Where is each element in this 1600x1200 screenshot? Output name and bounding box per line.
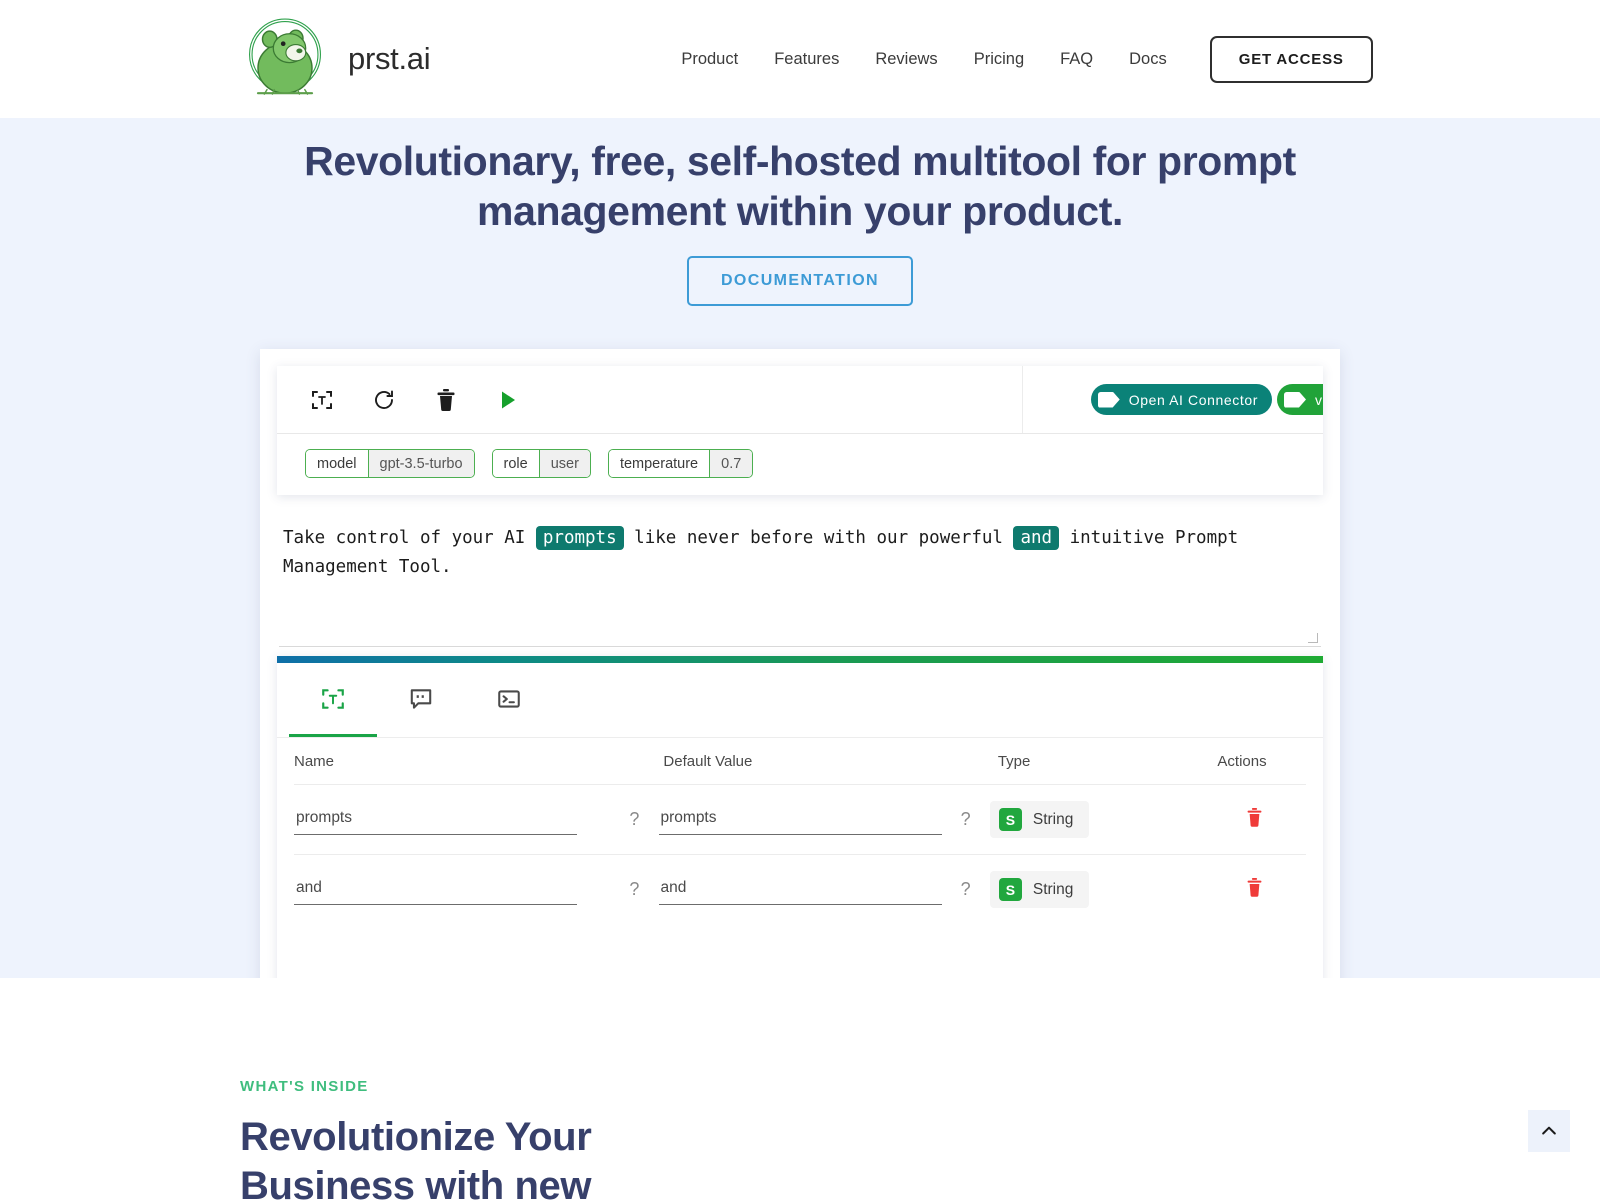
chevron-up-icon xyxy=(1542,1126,1556,1135)
table-header-row: Name Default Value Type Actions xyxy=(294,738,1306,784)
variable-default-input[interactable] xyxy=(658,804,942,835)
type-selector[interactable]: S String xyxy=(989,801,1090,839)
nav-item-product[interactable]: Product xyxy=(678,44,741,75)
page-title: Revolutionary, free, self-hosted multito… xyxy=(304,138,1296,235)
variable-name-input[interactable] xyxy=(294,874,577,905)
param-model[interactable]: model gpt-3.5-turbo xyxy=(305,449,475,479)
delete-icon[interactable] xyxy=(1245,877,1264,903)
section-title: Revolutionize Your Business with new xyxy=(240,1115,592,1200)
nav-item-docs[interactable]: Docs xyxy=(1126,44,1170,75)
capybara-logo-icon xyxy=(249,18,321,95)
nav-item-features[interactable]: Features xyxy=(771,44,842,75)
section-eyebrow: WHAT'S INSIDE xyxy=(240,1078,369,1095)
whats-inside-section: WHAT'S INSIDE Revolutionize Your Busines… xyxy=(0,978,1600,1200)
connector-toggle-openai[interactable]: Open AI Connector xyxy=(1090,384,1272,416)
connector-label: Open AI Connector xyxy=(1128,391,1258,408)
help-icon[interactable]: ? xyxy=(961,809,971,829)
table-row: ? ? S String xyxy=(294,784,1306,854)
column-header-name: Name xyxy=(294,752,335,770)
variable-name-cell xyxy=(294,874,610,905)
variable-actions-cell xyxy=(1204,807,1306,833)
variable-actions-cell xyxy=(1204,877,1306,903)
variable-name-help-cell: ? xyxy=(610,879,658,900)
trash-icon[interactable] xyxy=(433,387,459,413)
string-type-icon: S xyxy=(998,878,1022,902)
nav-item-reviews[interactable]: Reviews xyxy=(872,44,940,75)
prompt-variable-token[interactable]: prompts xyxy=(535,526,624,551)
version-label: v1 xyxy=(1315,391,1323,408)
variable-default-cell xyxy=(658,874,942,905)
scroll-to-top-button[interactable] xyxy=(1528,1110,1570,1152)
extract-variable-icon[interactable] xyxy=(309,387,335,413)
param-temperature[interactable]: temperature 0.7 xyxy=(607,449,754,479)
run-icon[interactable] xyxy=(495,387,521,413)
nav-item-pricing[interactable]: Pricing xyxy=(971,44,1027,75)
connector-toggles: Open AI Connector v1 xyxy=(1023,366,1323,433)
param-value: user xyxy=(538,450,590,478)
variable-name-help-cell: ? xyxy=(610,809,658,830)
panel-tabs xyxy=(277,663,1323,739)
prompt-parameters: model gpt-3.5-turbo role user temperatur… xyxy=(277,434,1323,495)
toggle-knob-icon xyxy=(1097,391,1120,408)
tab-terminal[interactable] xyxy=(465,663,553,737)
param-key: role xyxy=(492,450,539,478)
panel-gradient-bar xyxy=(277,656,1323,664)
hero-section: Revolutionary, free, self-hosted multito… xyxy=(0,118,1600,1010)
type-selector[interactable]: S String xyxy=(989,871,1090,909)
variable-default-cell xyxy=(658,804,942,835)
prompt-text[interactable]: Take control of your AI prompts like nev… xyxy=(279,524,1321,636)
prompt-editor-underline xyxy=(279,646,1321,648)
brand-logo-link[interactable]: prst.ai xyxy=(240,13,431,105)
tab-variables[interactable] xyxy=(289,663,377,738)
help-icon[interactable]: ? xyxy=(961,879,971,899)
variable-name-cell xyxy=(294,804,610,835)
variable-default-help-cell: ? xyxy=(942,879,990,900)
editor-toolbar: Open AI Connector v1 xyxy=(277,366,1323,435)
help-icon[interactable]: ? xyxy=(629,809,639,829)
prompt-editor-area[interactable]: Take control of your AI prompts like nev… xyxy=(277,524,1323,648)
column-header-default-value: Default Value xyxy=(663,752,753,770)
variable-name-input[interactable] xyxy=(294,804,577,835)
variable-type-cell: S String xyxy=(989,801,1204,839)
prompt-variable-token[interactable]: and xyxy=(1013,526,1060,551)
help-icon[interactable]: ? xyxy=(629,879,639,899)
table-row: ? ? S String xyxy=(294,854,1306,924)
param-key: model xyxy=(306,450,368,478)
prompt-segment-text: like never before with our powerful xyxy=(623,528,1014,549)
column-header-type: Type xyxy=(997,752,1031,770)
app-demo-card: Open AI Connector v1 model gpt-3.5-turbo… xyxy=(260,349,1340,1010)
type-label: String xyxy=(1032,880,1074,898)
variable-default-help-cell: ? xyxy=(942,809,990,830)
variable-type-cell: S String xyxy=(989,871,1204,909)
toggle-knob-icon xyxy=(1284,391,1306,408)
nav-item-faq[interactable]: FAQ xyxy=(1057,44,1096,75)
tab-comments[interactable] xyxy=(377,663,465,737)
resize-handle-icon[interactable] xyxy=(1307,632,1319,644)
column-header-actions: Actions xyxy=(1217,752,1267,770)
variable-default-input[interactable] xyxy=(658,874,942,905)
delete-icon[interactable] xyxy=(1245,807,1264,833)
param-value: gpt-3.5-turbo xyxy=(367,450,474,478)
refresh-icon[interactable] xyxy=(371,387,397,413)
toolbar-actions xyxy=(277,366,1023,434)
prompt-segment-text: Take control of your AI xyxy=(283,528,536,549)
main-nav: Product Features Reviews Pricing FAQ Doc… xyxy=(678,35,1373,83)
get-access-button[interactable]: GET ACCESS xyxy=(1209,35,1373,83)
param-key: temperature xyxy=(608,450,710,478)
documentation-button[interactable]: DOCUMENTATION xyxy=(686,256,914,307)
param-role[interactable]: role user xyxy=(491,449,591,479)
site-header: prst.ai Product Features Reviews Pricing… xyxy=(0,0,1600,118)
param-value: 0.7 xyxy=(709,450,753,478)
type-label: String xyxy=(1032,810,1074,828)
variables-panel: Name Default Value Type Actions ? xyxy=(277,656,1323,993)
variables-table: Name Default Value Type Actions ? xyxy=(277,738,1323,992)
connector-toggle-version[interactable]: v1 xyxy=(1277,384,1323,416)
hero-cta-wrapper: DOCUMENTATION xyxy=(0,256,1600,307)
brand-name: prst.ai xyxy=(348,41,431,76)
string-type-icon: S xyxy=(998,808,1022,832)
prompt-editor-panel: Open AI Connector v1 model gpt-3.5-turbo… xyxy=(277,366,1323,496)
